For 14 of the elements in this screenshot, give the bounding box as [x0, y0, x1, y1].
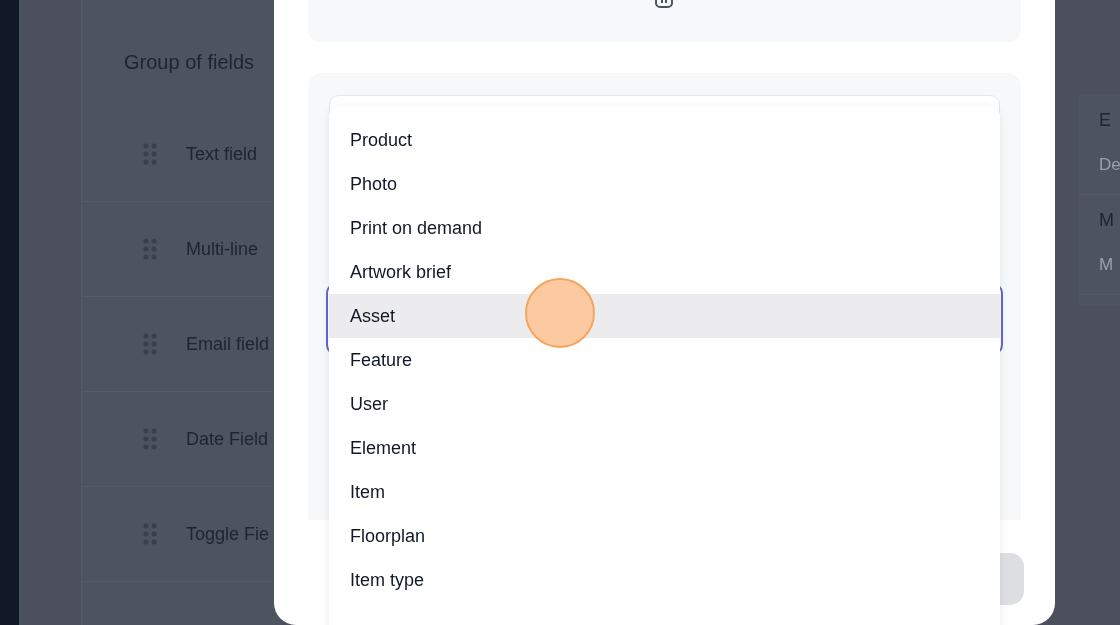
row-subtitle: De [1099, 154, 1120, 176]
dropdown-option[interactable]: Floorplan [329, 514, 1000, 558]
dropdown-option[interactable]: Item type [329, 558, 1000, 602]
dropdown-option[interactable]: Photo [329, 162, 1000, 206]
trash-icon [654, 0, 674, 8]
dropdown-option[interactable]: Product [329, 118, 1000, 162]
dropdown-option[interactable]: Asset [329, 294, 1000, 338]
row-subtitle: M [1099, 254, 1115, 276]
dropdown-option[interactable]: User [329, 382, 1000, 426]
dropdown-option[interactable]: Artwork brief [329, 250, 1000, 294]
dropdown-option[interactable]: Print on demand [329, 206, 1000, 250]
dropdown-option[interactable]: Element [329, 426, 1000, 470]
dropdown-option[interactable]: Item [329, 470, 1000, 514]
dropdown-option[interactable]: Feature [329, 338, 1000, 382]
